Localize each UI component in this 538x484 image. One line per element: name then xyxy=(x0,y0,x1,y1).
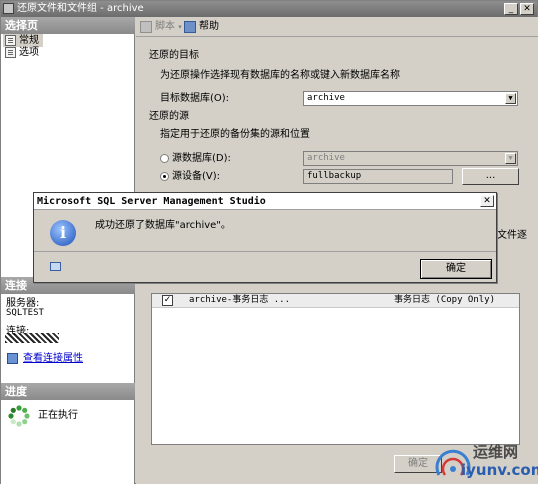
dialog-close-button[interactable]: ✕ xyxy=(480,195,494,207)
source-device-radio[interactable] xyxy=(160,172,169,181)
script-button[interactable]: 脚本 ▾ xyxy=(140,20,182,34)
source-device-label: 源设备(V): xyxy=(172,171,221,182)
watermark-sub: iyunv.com xyxy=(461,461,538,479)
page-options[interactable]: 选项 xyxy=(3,46,43,59)
source-db-dropdown: archive ▼ xyxy=(303,151,518,166)
redacted-connection xyxy=(5,333,59,343)
message-dialog: Microsoft SQL Server Management Studio ✕… xyxy=(33,192,497,283)
row-name: archive-事务日志 ... xyxy=(189,295,291,305)
watermark-logo: 运维网 iyunv.com xyxy=(433,437,538,483)
table-row[interactable]: ✓ archive-事务日志 ... 事务日志 (Copy Only) xyxy=(152,294,519,308)
window-title: 还原文件和文件组 - archive xyxy=(17,3,144,14)
divider xyxy=(34,251,496,252)
restore-window: 还原文件和文件组 - archive _ ✕ 选择页 常规 选项 连接 服务器:… xyxy=(0,0,538,484)
view-connection-properties-link[interactable]: 查看连接属性 xyxy=(23,352,83,365)
toolbar: 脚本 ▾ 帮助 xyxy=(136,17,538,37)
dialog-message: 成功还原了数据库"archive"。 xyxy=(95,220,231,231)
properties-icon xyxy=(7,353,18,364)
close-button[interactable]: ✕ xyxy=(520,3,534,15)
help-label: 帮助 xyxy=(199,21,219,32)
restore-source-section: 还原的源 xyxy=(149,111,189,122)
server-value: SQLTEST xyxy=(6,308,44,318)
source-db-label: 源数据库(D): xyxy=(172,153,231,164)
dialog-ok-button[interactable]: 确定 xyxy=(420,259,492,279)
script-icon xyxy=(140,21,152,33)
watermark-text: 运维网 xyxy=(473,443,519,461)
dialog-title: Microsoft SQL Server Management Studio xyxy=(34,193,496,210)
source-device-value: fullbackup xyxy=(307,171,362,181)
copy-icon[interactable] xyxy=(50,262,61,271)
progress-status: 正在执行 xyxy=(38,410,78,421)
script-label: 脚本 xyxy=(155,21,175,32)
browse-button[interactable]: ... xyxy=(462,168,519,185)
restore-target-description: 为还原操作选择现有数据库的名称或键入新数据库名称 xyxy=(160,70,400,81)
source-db-radio[interactable] xyxy=(160,154,169,163)
row-checkbox[interactable]: ✓ xyxy=(162,295,173,306)
page-icon xyxy=(5,35,16,46)
info-icon: i xyxy=(50,220,76,246)
source-device-field: fullbackup xyxy=(303,169,453,184)
select-page-header: 选择页 xyxy=(1,17,135,34)
page-icon xyxy=(5,47,16,58)
target-db-value: archive xyxy=(307,93,345,103)
chevron-down-icon: ▼ xyxy=(505,153,516,164)
restore-target-section: 还原的目标 xyxy=(149,50,199,61)
help-button[interactable]: 帮助 xyxy=(184,20,219,34)
row-type: 事务日志 (Copy Only) xyxy=(394,295,496,305)
source-db-value: archive xyxy=(307,153,345,163)
spinner-icon xyxy=(8,405,30,427)
title-bar: 还原文件和文件组 - archive _ ✕ xyxy=(1,1,537,17)
grid-header-partial: 文件逐 xyxy=(497,230,527,241)
help-icon xyxy=(184,21,196,33)
backup-sets-grid: ✓ archive-事务日志 ... 事务日志 (Copy Only) xyxy=(151,293,520,445)
page-options-label: 选项 xyxy=(19,47,39,58)
chevron-down-icon: ▾ xyxy=(178,23,182,31)
app-icon xyxy=(3,3,14,14)
target-db-dropdown[interactable]: archive ▼ xyxy=(303,91,518,106)
chevron-down-icon[interactable]: ▼ xyxy=(505,93,516,104)
minimize-button[interactable]: _ xyxy=(504,3,518,15)
progress-header: 进度 xyxy=(1,383,135,400)
page-general-label: 常规 xyxy=(19,35,39,46)
target-db-label: 目标数据库(O): xyxy=(160,93,230,104)
restore-source-description: 指定用于还原的备份集的源和位置 xyxy=(160,129,310,140)
